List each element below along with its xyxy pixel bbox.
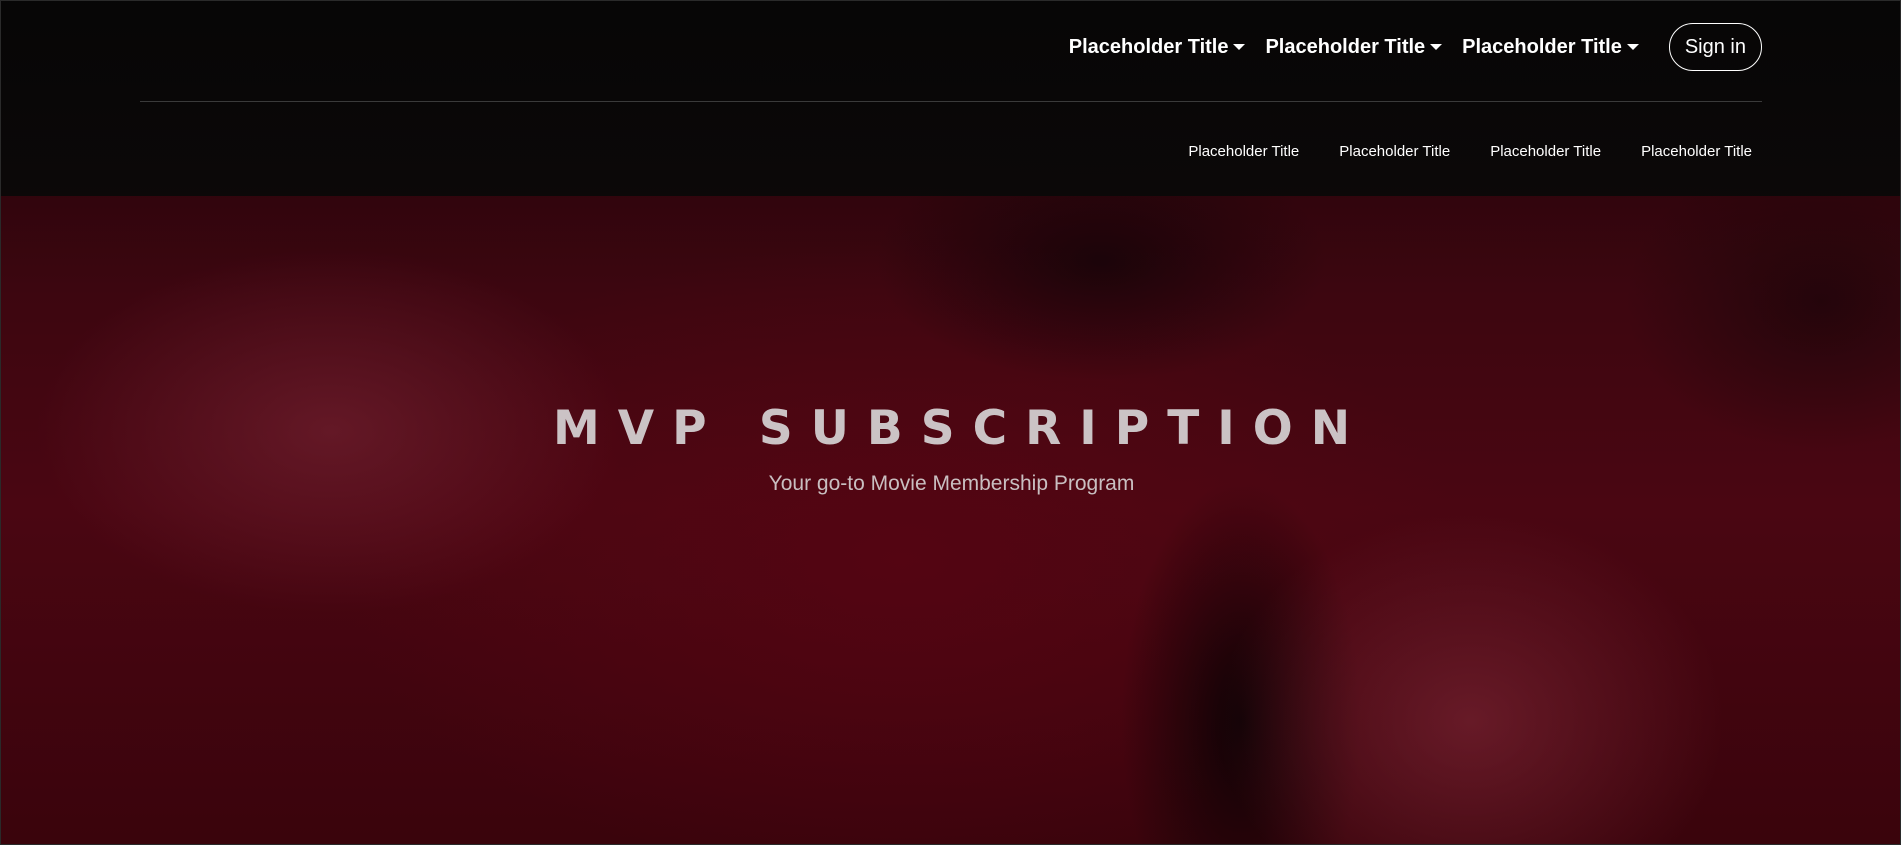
caret-down-icon (1430, 44, 1443, 50)
header-divider (140, 101, 1762, 102)
top-navigation: Placeholder Title Placeholder Title Plac… (1049, 23, 1762, 71)
nav-dropdown-3[interactable]: Placeholder Title (1462, 36, 1639, 59)
sub-nav-link-1[interactable]: Placeholder Title (1188, 143, 1299, 160)
site-header: Placeholder Title Placeholder Title Plac… (1, 1, 1900, 196)
nav-dropdown-label: Placeholder Title (1265, 35, 1426, 58)
sub-nav-link-4[interactable]: Placeholder Title (1641, 143, 1752, 160)
hero-section: MVP SUBSCRIPTION Your go-to Movie Member… (1, 401, 1900, 496)
hero-title: MVP SUBSCRIPTION (552, 401, 1369, 456)
secondary-navigation: Placeholder Title Placeholder Title Plac… (1148, 143, 1752, 160)
caret-down-icon (1626, 44, 1639, 50)
page: Placeholder Title Placeholder Title Plac… (0, 0, 1901, 845)
hero-subtitle: Your go-to Movie Membership Program (768, 472, 1135, 495)
sign-in-button[interactable]: Sign in (1668, 23, 1762, 71)
nav-dropdown-2[interactable]: Placeholder Title (1265, 35, 1443, 59)
sub-nav-link-2[interactable]: Placeholder Title (1339, 143, 1450, 160)
sub-nav-link-3[interactable]: Placeholder Title (1490, 143, 1601, 160)
nav-dropdown-label: Placeholder Title (1068, 35, 1229, 58)
caret-down-icon (1233, 44, 1246, 50)
nav-dropdown-label: Placeholder Title (1462, 35, 1622, 58)
nav-dropdown-1[interactable]: Placeholder Title (1069, 36, 1246, 59)
